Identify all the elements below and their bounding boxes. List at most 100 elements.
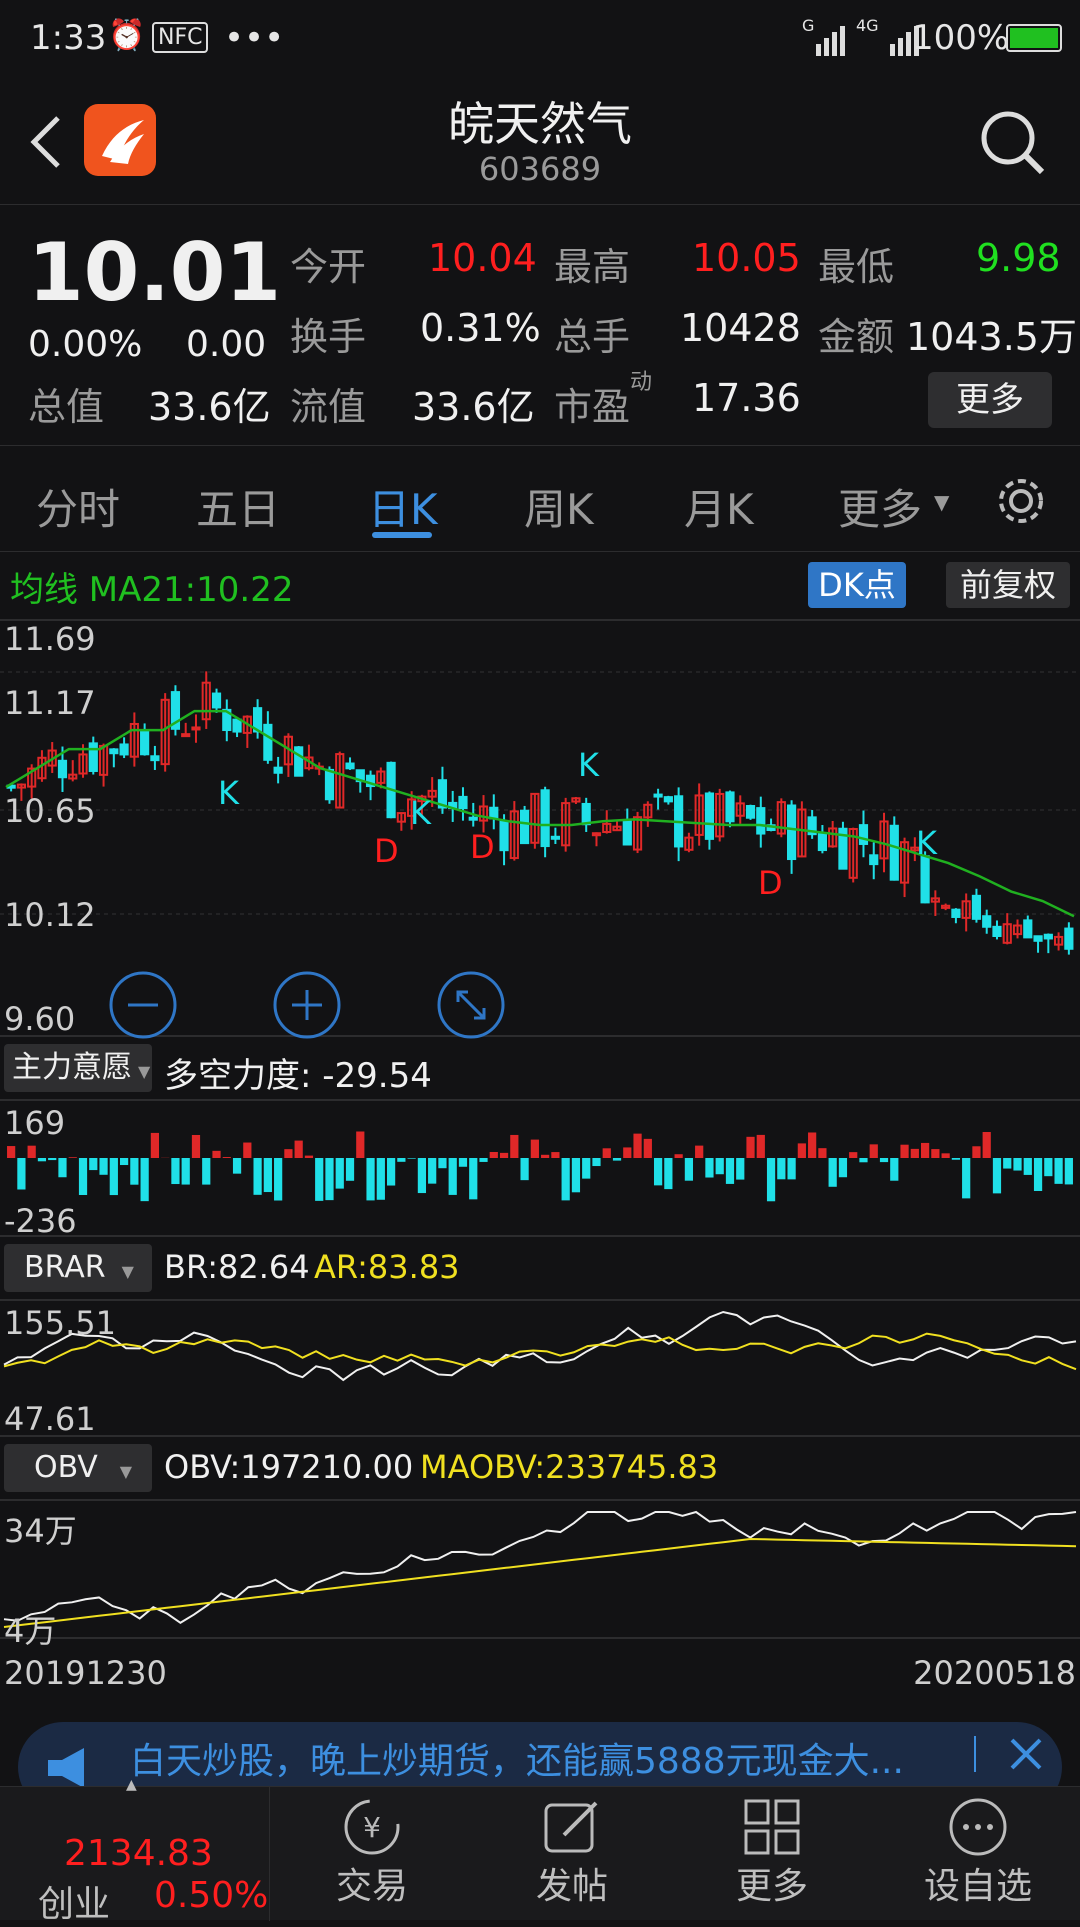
force-bar [551,1152,559,1158]
force-bar [1054,1158,1062,1184]
force-bar [28,1146,36,1158]
fullscreen-icon[interactable] [436,970,506,1040]
nav-add-watchlist[interactable]: 设自选 [878,1787,1078,1921]
tab-weekly-k[interactable]: 周K [524,476,594,537]
force-bar [890,1158,898,1181]
last-price: 10.01 [28,226,281,319]
force-bar [89,1158,97,1170]
force-bar [839,1158,847,1177]
ind3-tick: 34万 [4,1506,77,1552]
force-bar [972,1146,980,1158]
alarm-icon: ⏰ [108,18,145,53]
search-icon[interactable] [978,108,1048,178]
ma21-line [6,711,1074,916]
force-bar [633,1134,641,1158]
close-icon[interactable] [1006,1734,1046,1774]
force-bar [58,1158,66,1177]
k-marker: K [916,824,937,862]
candle-body [121,744,128,754]
candle-body [665,797,672,801]
candle-body [973,896,980,919]
zoom-out-icon[interactable] [108,970,178,1040]
force-bar [1044,1158,1052,1176]
force-bar [510,1135,518,1158]
force-bar [829,1158,837,1187]
candle-body [624,821,631,844]
chart-svg [0,552,1080,1672]
force-bar [264,1158,272,1192]
force-bar [1024,1158,1032,1175]
gear-icon[interactable] [994,474,1048,528]
candle-body [459,797,466,808]
candle-body [213,694,220,708]
force-bar [592,1158,600,1166]
k-marker: K [578,746,599,784]
candle-body [922,856,929,902]
indicator-select-3-label: OBV [34,1450,98,1485]
force-bar [336,1158,344,1189]
candle-body [264,725,271,760]
nav-trade[interactable]: ¥ 交易 [272,1787,472,1921]
force-bar [787,1158,795,1179]
tab-more[interactable]: 更多 [838,476,922,537]
stock-header: 皖天然气 603689 [0,80,1080,205]
kline-chart[interactable]: 均线 MA21:10.22 DK点 前复权 11.69 11.17 10.65 … [0,552,1080,1672]
candle-body [593,833,600,835]
force-bar [253,1158,261,1195]
force-bar [459,1158,467,1167]
more-button[interactable]: 更多 [928,372,1052,428]
force-bar [182,1158,190,1185]
candle-body [192,727,199,729]
force-bar [983,1132,991,1158]
tab-intraday[interactable]: 分时 [36,476,120,537]
candle-body [326,770,333,799]
index-ticker[interactable]: 2134.83 创业 0.50% [0,1787,270,1921]
indicator-select-3[interactable]: OBV▼ [4,1444,152,1492]
indicator-select-1-label: 主力意愿 [12,1050,132,1085]
force-bar [325,1158,333,1200]
indicator-select-2-label: BRAR [24,1250,106,1285]
force-bar [7,1146,15,1158]
indicator-select-2[interactable]: BRAR▼ [4,1244,152,1292]
candle-body [757,808,764,833]
zoom-in-icon[interactable] [272,970,342,1040]
tab-monthly-k[interactable]: 月K [684,476,754,537]
obv-line [4,1512,1076,1623]
pe-dynamic-mark: 动 [630,364,652,396]
candle-body [141,730,148,754]
nav-post[interactable]: 发帖 [472,1787,672,1921]
force-bar [69,1157,77,1158]
ind1-tick: -236 [4,1202,77,1240]
force-bar [212,1151,220,1158]
candle-body [346,764,353,769]
tab-five-day[interactable]: 五日 [196,476,280,537]
banner-text: 白天炒股，晚上炒期货，还能赢5888元现金大... [130,1732,970,1784]
indicator-select-1[interactable]: 主力意愿▼ [4,1044,152,1092]
tab-daily-k[interactable]: 日K [368,476,438,537]
force-bar [603,1148,611,1158]
force-bar [716,1158,724,1174]
candle-body [110,749,117,753]
force-bar [942,1153,950,1158]
force-bar [202,1158,210,1185]
force-bar [305,1156,313,1158]
force-bar [469,1158,477,1199]
force-bar [962,1158,970,1198]
nav-more[interactable]: 更多 [672,1787,872,1921]
force-bar [818,1148,826,1158]
candle-body [983,916,990,927]
stock-name: 皖天然气 [0,88,1080,154]
force-bar [931,1149,939,1158]
force-bar [746,1137,754,1158]
d-marker: D [470,828,495,866]
ar-line [4,1334,1076,1369]
force-bar [17,1158,25,1189]
force-bar [387,1158,395,1186]
force-bar [490,1152,498,1158]
force-bar [798,1143,806,1158]
force-bar [500,1153,508,1158]
banner-divider [974,1736,976,1772]
ind2-tick: 47.61 [4,1400,96,1438]
ind2-tick: 155.51 [4,1304,116,1342]
float-label: 流值 [290,376,366,431]
